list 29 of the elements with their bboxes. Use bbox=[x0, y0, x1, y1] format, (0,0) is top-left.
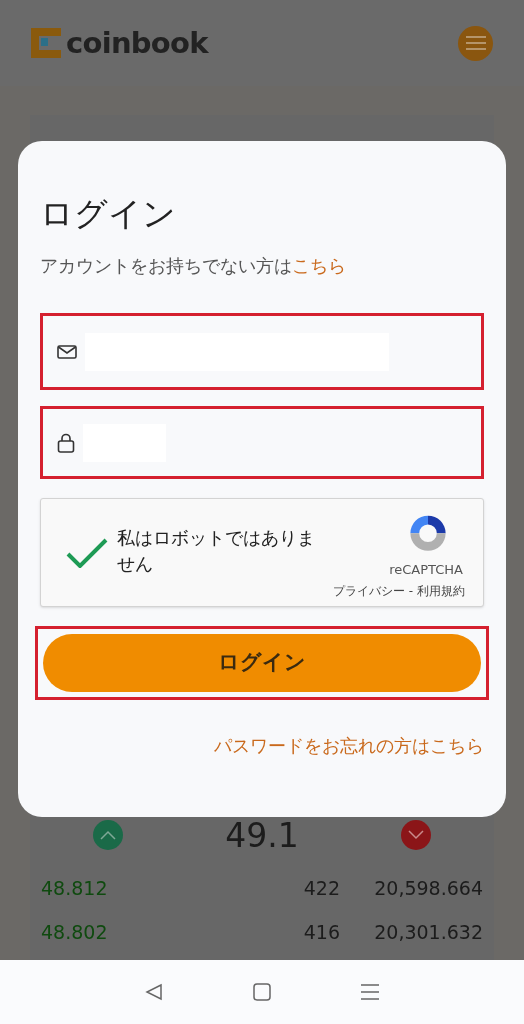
order-price: 48.802 bbox=[41, 919, 109, 945]
home-icon[interactable] bbox=[253, 983, 271, 1001]
menu-button[interactable] bbox=[458, 25, 493, 61]
buy-icon[interactable] bbox=[93, 820, 123, 851]
captcha-label: 私はロボットではありません bbox=[117, 525, 316, 576]
sell-icon[interactable] bbox=[401, 820, 431, 851]
forgot-password-link[interactable]: パスワードをお忘れの方はこちら bbox=[214, 732, 484, 759]
order-total: 20,598.664 bbox=[373, 875, 483, 901]
signup-link[interactable]: こちら bbox=[292, 255, 346, 276]
menu-icon[interactable] bbox=[361, 984, 379, 1000]
back-icon[interactable] bbox=[145, 983, 163, 1001]
logo-text: coinbook bbox=[66, 28, 208, 58]
current-price: 49.1 bbox=[225, 814, 299, 857]
menu-icon bbox=[465, 36, 486, 50]
recaptcha-brand: reCAPTCHA bbox=[389, 560, 463, 579]
order-price: 48.812 bbox=[41, 875, 109, 901]
link-separator: - bbox=[408, 583, 413, 600]
login-button[interactable]: ログイン bbox=[43, 634, 481, 692]
order-amount: 416 bbox=[302, 919, 340, 945]
order-total: 20,301.632 bbox=[373, 919, 483, 945]
terms-link[interactable]: 利用規約 bbox=[417, 582, 465, 600]
logo-icon bbox=[31, 28, 61, 58]
order-amount: 422 bbox=[302, 875, 340, 901]
mail-icon bbox=[57, 343, 77, 360]
checkmark-icon bbox=[66, 537, 108, 568]
lock-icon bbox=[57, 432, 75, 453]
dialog-title: ログイン bbox=[40, 197, 177, 230]
signup-prompt: アカウントをお持ちでない方は bbox=[40, 255, 292, 276]
privacy-link[interactable]: プライバシー bbox=[332, 582, 405, 600]
